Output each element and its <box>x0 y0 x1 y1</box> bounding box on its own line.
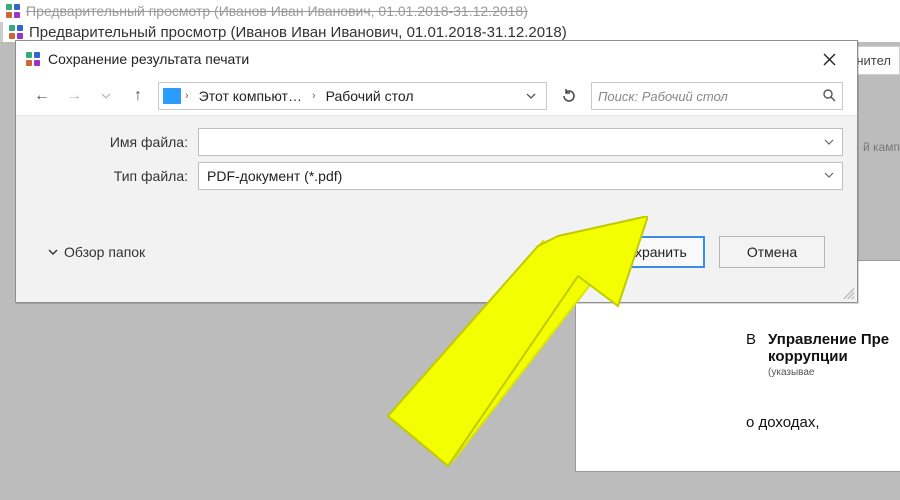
pc-icon <box>163 88 181 104</box>
filename-input[interactable] <box>198 128 843 156</box>
save-dialog: Сохранение результата печати ← → ↑ › Это… <box>15 40 858 303</box>
filename-label: Имя файла: <box>30 134 198 150</box>
browse-folders-toggle[interactable]: Обзор папок <box>48 244 145 260</box>
filetype-value: PDF-документ (*.pdf) <box>207 168 342 184</box>
chevron-down-icon[interactable] <box>824 134 834 150</box>
dialog-titlebar[interactable]: Сохранение результата печати <box>16 41 857 77</box>
resize-grip[interactable] <box>840 285 854 299</box>
doc-line1: Управление Пре <box>768 331 889 348</box>
crumb-desktop[interactable]: Рабочий стол <box>320 88 420 104</box>
search-placeholder: Поиск: Рабочий стол <box>598 89 728 104</box>
search-icon[interactable] <box>822 88 836 105</box>
chevron-down-icon <box>48 244 58 260</box>
close-button[interactable] <box>809 45 849 73</box>
breadcrumb[interactable]: › Этот компьют… › Рабочий стол <box>158 82 547 110</box>
dialog-title: Сохранение результата печати <box>48 51 249 67</box>
chevron-right-icon[interactable]: › <box>310 90 318 102</box>
app-icon <box>7 23 25 41</box>
nav-row: ← → ↑ › Этот компьют… › Рабочий стол Пои… <box>16 77 857 115</box>
doc-line2: коррупции <box>768 348 889 365</box>
bg-title-text-2: Предварительный просмотр (Иванов Иван Ив… <box>29 24 567 41</box>
app-icon <box>24 50 42 68</box>
up-button[interactable]: ↑ <box>126 84 150 108</box>
form-area: Имя файла: Тип файла: PDF-документ (*.pd… <box>16 115 857 302</box>
doc-prefix: В <box>746 331 756 348</box>
doc-sub: (указывае <box>768 367 889 378</box>
doc-income: о доходах, <box>746 414 900 431</box>
save-button[interactable]: Сохранить <box>599 236 705 268</box>
search-input[interactable]: Поиск: Рабочий стол <box>591 82 843 110</box>
app-icon <box>4 2 22 20</box>
filetype-label: Тип файла: <box>30 168 198 184</box>
forward-button[interactable]: → <box>62 84 86 108</box>
chevron-right-icon[interactable]: › <box>183 90 191 102</box>
chevron-down-icon[interactable] <box>526 89 536 104</box>
recent-dropdown[interactable] <box>94 84 118 108</box>
bg-title-text-1: Предварительный просмотр (Иванов Иван Ив… <box>26 3 528 19</box>
filetype-select[interactable]: PDF-документ (*.pdf) <box>198 162 843 190</box>
refresh-button[interactable] <box>555 82 583 110</box>
chevron-down-icon[interactable] <box>824 170 834 183</box>
cancel-button[interactable]: Отмена <box>719 236 825 268</box>
partial-text: й камп <box>863 140 900 154</box>
back-button[interactable]: ← <box>30 84 54 108</box>
browse-label: Обзор папок <box>64 244 145 260</box>
crumb-computer[interactable]: Этот компьют… <box>193 88 308 104</box>
